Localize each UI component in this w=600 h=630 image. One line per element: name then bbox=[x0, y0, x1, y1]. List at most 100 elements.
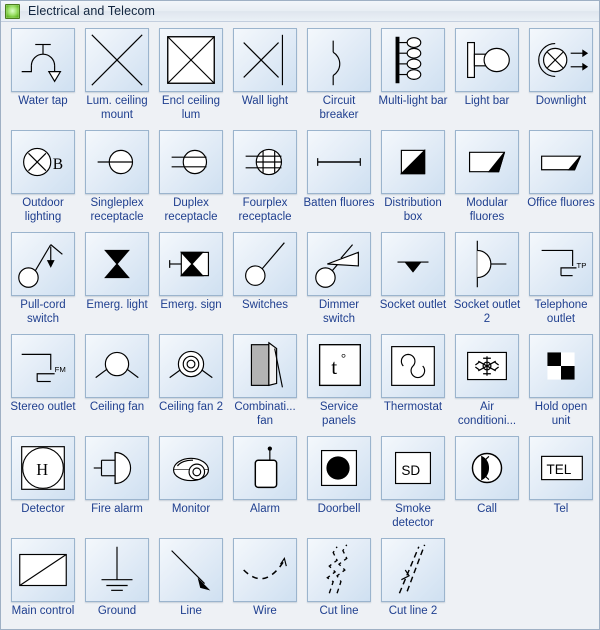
combination-fan-symbol[interactable] bbox=[233, 334, 297, 398]
modular-fluorescent-symbol[interactable] bbox=[455, 130, 519, 194]
stencil-item[interactable]: Hold open unit bbox=[524, 334, 598, 428]
stencil-item[interactable]: Water tap bbox=[6, 28, 80, 122]
stencil-item[interactable]: Socket outlet bbox=[376, 232, 450, 326]
tel-symbol[interactable]: TEL bbox=[529, 436, 593, 500]
water-tap-symbol[interactable] bbox=[11, 28, 75, 92]
ground-symbol[interactable] bbox=[85, 538, 149, 602]
stencil-item[interactable]: Emerg. light bbox=[80, 232, 154, 326]
stencil-item[interactable]: Duplex receptacle bbox=[154, 130, 228, 224]
stencil-item-label: Fire alarm bbox=[91, 503, 143, 515]
stencil-item[interactable]: Combinati... fan bbox=[228, 334, 302, 428]
stencil-item[interactable]: Singleplex receptacle bbox=[80, 130, 154, 224]
stencil-item[interactable]: Fire alarm bbox=[80, 436, 154, 530]
wire-symbol[interactable] bbox=[233, 538, 297, 602]
stencil-item-label: Combinati... fan bbox=[234, 401, 296, 427]
stencil-item-label: Service panels bbox=[319, 401, 359, 427]
call-symbol[interactable] bbox=[455, 436, 519, 500]
alarm-symbol[interactable] bbox=[233, 436, 297, 500]
light-bar-symbol[interactable] bbox=[455, 28, 519, 92]
enclosed-ceiling-luminaire-symbol[interactable] bbox=[159, 28, 223, 92]
stencil-item[interactable]: Doorbell bbox=[302, 436, 376, 530]
duplex-receptacle-symbol[interactable] bbox=[159, 130, 223, 194]
stencil-item[interactable]: Lum. ceiling mount bbox=[80, 28, 154, 122]
stencil-item[interactable]: Wire bbox=[228, 538, 302, 619]
stencil-item[interactable]: Main control bbox=[6, 538, 80, 619]
downlight-symbol[interactable] bbox=[529, 28, 593, 92]
stencil-item[interactable]: Modular fluores bbox=[450, 130, 524, 224]
stencil-item[interactable]: Dimmer switch bbox=[302, 232, 376, 326]
stencil-item[interactable]: Emerg. sign bbox=[154, 232, 228, 326]
stencil-item-label: Cut line 2 bbox=[388, 605, 438, 617]
stencil-item[interactable]: Thermostat bbox=[376, 334, 450, 428]
thermostat-symbol[interactable] bbox=[381, 334, 445, 398]
stencil-item[interactable]: Downlight bbox=[524, 28, 598, 122]
stencil-item[interactable]: Light bar bbox=[450, 28, 524, 122]
office-fluorescent-symbol[interactable] bbox=[529, 130, 593, 194]
dimmer-switch-symbol[interactable] bbox=[307, 232, 371, 296]
service-panels-symbol[interactable]: t ° bbox=[307, 334, 371, 398]
monitor-camera-symbol[interactable] bbox=[159, 436, 223, 500]
stencil-item[interactable]: Circuit breaker bbox=[302, 28, 376, 122]
outdoor-lighting-symbol[interactable]: B bbox=[11, 130, 75, 194]
multi-light-bar-symbol[interactable] bbox=[381, 28, 445, 92]
pull-cord-switch-symbol[interactable] bbox=[11, 232, 75, 296]
stencil-item[interactable]: SD Smoke detector bbox=[376, 436, 450, 530]
stencil-item[interactable]: Pull-cord switch bbox=[6, 232, 80, 326]
socket-outlet-2-symbol[interactable] bbox=[455, 232, 519, 296]
hold-open-unit-symbol[interactable] bbox=[529, 334, 593, 398]
cut-line-symbol[interactable] bbox=[307, 538, 371, 602]
stencil-item[interactable]: Ceiling fan bbox=[80, 334, 154, 428]
stencil-item[interactable]: Ceiling fan 2 bbox=[154, 334, 228, 428]
stencil-item[interactable]: Cut line bbox=[302, 538, 376, 619]
stencil-item[interactable]: Ground bbox=[80, 538, 154, 619]
stencil-item[interactable]: Call bbox=[450, 436, 524, 530]
emergency-light-symbol[interactable] bbox=[85, 232, 149, 296]
distribution-box-symbol[interactable] bbox=[381, 130, 445, 194]
telephone-outlet-symbol[interactable]: TP bbox=[529, 232, 593, 296]
stencil-item[interactable]: Distribution box bbox=[376, 130, 450, 224]
ceiling-fan-symbol[interactable] bbox=[85, 334, 149, 398]
luminaire-ceiling-mount-symbol[interactable] bbox=[85, 28, 149, 92]
stencil-item[interactable]: Encl ceiling lum bbox=[154, 28, 228, 122]
emergency-sign-symbol[interactable] bbox=[159, 232, 223, 296]
line-symbol[interactable] bbox=[159, 538, 223, 602]
stencil-item[interactable]: Socket outlet 2 bbox=[450, 232, 524, 326]
stereo-outlet-symbol[interactable]: FM bbox=[11, 334, 75, 398]
socket-outlet-symbol[interactable] bbox=[381, 232, 445, 296]
wall-light-symbol[interactable] bbox=[233, 28, 297, 92]
stencil-item[interactable]: Cut line 2 bbox=[376, 538, 450, 619]
stencil-item[interactable]: H Detector bbox=[6, 436, 80, 530]
stencil-item[interactable]: B Outdoor lighting bbox=[6, 130, 80, 224]
stencil-item-label: Singleplex receptacle bbox=[90, 197, 144, 223]
detector-symbol[interactable]: H bbox=[11, 436, 75, 500]
main-control-symbol[interactable] bbox=[11, 538, 75, 602]
batten-fluorescent-symbol[interactable] bbox=[307, 130, 371, 194]
singleplex-receptacle-symbol[interactable] bbox=[85, 130, 149, 194]
stencil-item[interactable]: Multi-light bar bbox=[376, 28, 450, 122]
stencil-item[interactable]: Monitor bbox=[154, 436, 228, 530]
smoke-detector-symbol[interactable]: SD bbox=[381, 436, 445, 500]
stencil-item[interactable]: Wall light bbox=[228, 28, 302, 122]
stencil-item-label: Encl ceiling lum bbox=[161, 95, 221, 121]
ceiling-fan-2-symbol[interactable] bbox=[159, 334, 223, 398]
stencil-item[interactable]: Line bbox=[154, 538, 228, 619]
stencil-item[interactable]: t ° Service panels bbox=[302, 334, 376, 428]
fourplex-receptacle-symbol[interactable] bbox=[233, 130, 297, 194]
stencil-item[interactable]: Alarm bbox=[228, 436, 302, 530]
cut-line-2-symbol[interactable] bbox=[381, 538, 445, 602]
doorbell-symbol[interactable] bbox=[307, 436, 371, 500]
stencil-item[interactable]: FM Stereo outlet bbox=[6, 334, 80, 428]
stencil-item-label: Light bar bbox=[464, 95, 510, 107]
stencil-item[interactable]: Batten fluores bbox=[302, 130, 376, 224]
stencil-item[interactable]: Office fluores bbox=[524, 130, 598, 224]
switches-symbol[interactable] bbox=[233, 232, 297, 296]
stencil-item[interactable]: TP Telephone outlet bbox=[524, 232, 598, 326]
circuit-breaker-symbol[interactable] bbox=[307, 28, 371, 92]
air-conditioning-symbol[interactable] bbox=[455, 334, 519, 398]
stencil-item[interactable]: Switches bbox=[228, 232, 302, 326]
stencil-item[interactable]: TEL Tel bbox=[524, 436, 598, 530]
stencil-item[interactable]: Fourplex receptacle bbox=[228, 130, 302, 224]
fire-alarm-symbol[interactable] bbox=[85, 436, 149, 500]
stencil-item[interactable]: Air conditioni... bbox=[450, 334, 524, 428]
stencil-item-label: Ceiling fan 2 bbox=[159, 401, 223, 413]
